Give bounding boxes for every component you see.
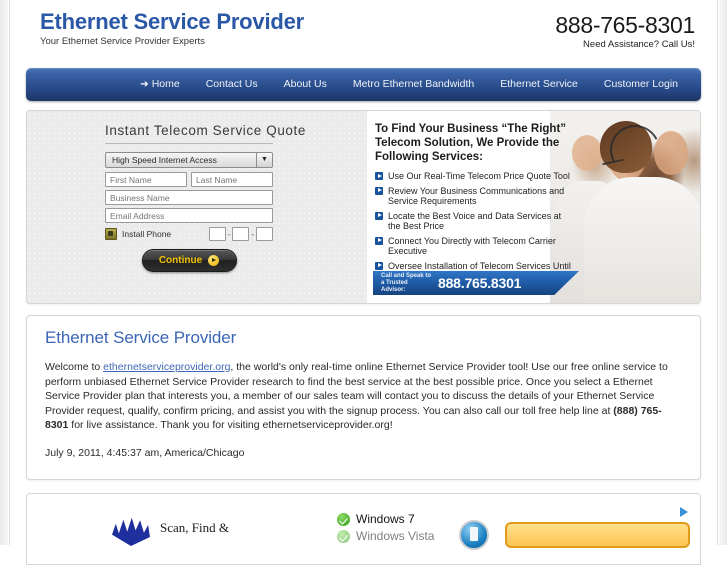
promo-service-item: Review Your Business Communications and … <box>375 186 575 207</box>
call-advisor-number: 888.765.8301 <box>438 275 522 291</box>
hero-panel: Instant Telecom Service Quote High Speed… <box>26 110 701 304</box>
play-square-icon <box>375 236 383 245</box>
quote-form-panel: Instant Telecom Service Quote High Speed… <box>27 111 367 303</box>
ad-check-label: Windows 7 <box>356 512 415 526</box>
nav-item-home[interactable]: ➔ Home <box>130 68 192 101</box>
service-type-select[interactable]: High Speed Internet Access ▼ <box>105 152 273 168</box>
page-gutter-left <box>0 0 8 545</box>
promo-service-item: Locate the Best Voice and Data Services … <box>375 211 575 232</box>
phone-separator-1: - <box>227 229 231 239</box>
call-advisor-label: Call and Speak to a Trusted Advisor: <box>381 272 432 293</box>
play-square-icon <box>375 172 383 180</box>
business-name-input[interactable] <box>105 190 273 205</box>
install-phone-row: Install Phone - - <box>105 227 273 241</box>
page-root: Ethernet Service Provider Your Ethernet … <box>0 0 727 565</box>
ad-checklist: Windows 7 Windows Vista <box>337 512 434 546</box>
check-circle-icon <box>337 512 350 526</box>
chevron-down-icon: ▼ <box>256 153 272 167</box>
article-site-link[interactable]: ethernetserviceprovider.org <box>103 361 230 373</box>
phone-number-inputs: - - <box>208 227 273 241</box>
quote-form-fields: High Speed Internet Access ▼ Install Pho… <box>105 152 273 272</box>
nav-item-about-us[interactable]: About Us <box>271 68 340 101</box>
promo-panel: To Find Your Business “The Right” Teleco… <box>367 111 700 303</box>
site-logo[interactable]: Ethernet Service Provider Your Ethernet … <box>40 9 304 48</box>
promo-service-label: Review Your Business Communications and … <box>388 185 565 207</box>
promo-text-block: To Find Your Business “The Right” Teleco… <box>367 111 700 282</box>
phone-prefix-input[interactable] <box>232 227 250 241</box>
play-square-icon <box>375 211 383 220</box>
continue-button-wrap: Continue <box>105 249 273 272</box>
promo-heading: To Find Your Business “The Right” Teleco… <box>375 123 567 163</box>
nav-item-ethernet-service[interactable]: Ethernet Service <box>487 68 591 101</box>
quote-form-title: Instant Telecom Service Quote <box>105 123 305 144</box>
nav-item-contact-us[interactable]: Contact Us <box>193 68 271 101</box>
ad-headline: Scan, Find & <box>160 520 229 535</box>
header-phone-block: 888-765-8301 Need Assistance? Call Us! <box>555 13 695 51</box>
service-type-select-value: High Speed Internet Access <box>112 155 217 165</box>
email-address-input[interactable] <box>105 208 273 223</box>
promo-service-label: Connect You Directly with Telecom Carrie… <box>388 235 556 257</box>
starburst-icon <box>112 517 150 546</box>
continue-button[interactable]: Continue <box>141 249 237 272</box>
name-row <box>105 172 273 187</box>
first-name-input[interactable] <box>105 172 187 187</box>
page-wrapper: Ethernet Service Provider Your Ethernet … <box>9 0 718 565</box>
ad-check-row: Windows 7 <box>337 512 434 526</box>
article-body-part-3: for live assistance. Thank you for visit… <box>68 419 393 431</box>
promo-service-list: Use Our Real-Time Telecom Price Quote To… <box>375 171 575 282</box>
article-panel: Ethernet Service Provider Welcome to eth… <box>26 315 701 480</box>
promo-service-label: Locate the Best Voice and Data Services … <box>388 210 562 232</box>
arrow-right-icon: ➔ <box>140 79 149 90</box>
check-circle-icon <box>337 529 350 543</box>
nav-item-metro-ethernet-bandwidth[interactable]: Metro Ethernet Bandwidth <box>340 68 487 101</box>
logo-title: Ethernet Service Provider <box>40 9 305 34</box>
header-phone-number: 888-765-8301 <box>555 12 695 38</box>
logo-tagline: Your Ethernet Service Provider Experts <box>40 36 205 47</box>
article-timestamp: July 9, 2011, 4:45:37 am, America/Chicag… <box>45 446 245 459</box>
advertisement-panel[interactable]: Scan, Find & Windows 7 Windows Vista <box>26 493 701 565</box>
quote-form-inner: Instant Telecom Service Quote High Speed… <box>27 111 367 272</box>
last-name-input[interactable] <box>191 172 273 187</box>
article-body-part-1: Welcome to <box>45 361 104 373</box>
main-navigation: ➔ Home Contact Us About Us Metro Ethernet… <box>26 68 701 101</box>
site-header: Ethernet Service Provider Your Ethernet … <box>10 0 717 62</box>
page-gutter-right <box>719 0 727 545</box>
nav-item-home-label: Home <box>151 78 180 90</box>
promo-service-item: Connect You Directly with Telecom Carrie… <box>375 236 575 257</box>
article-body: Welcome to ethernetserviceprovider.org, … <box>45 360 682 433</box>
page-title: Ethernet Service Provider <box>45 328 237 347</box>
ad-check-row: Windows Vista <box>337 529 434 543</box>
phone-checkbox-icon[interactable] <box>105 228 117 240</box>
advertisement-inner: Scan, Find & Windows 7 Windows Vista <box>27 494 700 564</box>
nav-item-customer-login[interactable]: Customer Login <box>591 68 691 101</box>
promo-service-item: Use Our Real-Time Telecom Price Quote To… <box>375 171 575 182</box>
adchoices-icon[interactable] <box>680 507 688 517</box>
call-advisor-banner[interactable]: Call and Speak to a Trusted Advisor: 888… <box>373 271 579 295</box>
play-square-icon <box>375 261 383 270</box>
arrow-circle-right-icon <box>208 255 220 266</box>
install-phone-label: Install Phone <box>122 229 172 239</box>
globe-icon <box>459 520 489 550</box>
play-square-icon <box>375 186 383 195</box>
header-phone-caption: Need Assistance? Call Us! <box>583 39 695 50</box>
promo-service-label: Use Our Real-Time Telecom Price Quote To… <box>388 171 570 181</box>
nav-item-list: ➔ Home Contact Us About Us Metro Ethernet… <box>130 68 691 101</box>
phone-separator-2: - <box>251 229 254 239</box>
phone-line-input[interactable] <box>256 227 273 241</box>
phone-area-code-input[interactable] <box>208 227 226 241</box>
ad-check-label: Windows Vista <box>356 529 435 543</box>
continue-button-label: Continue <box>158 255 203 266</box>
ad-cta-button[interactable] <box>505 522 690 548</box>
